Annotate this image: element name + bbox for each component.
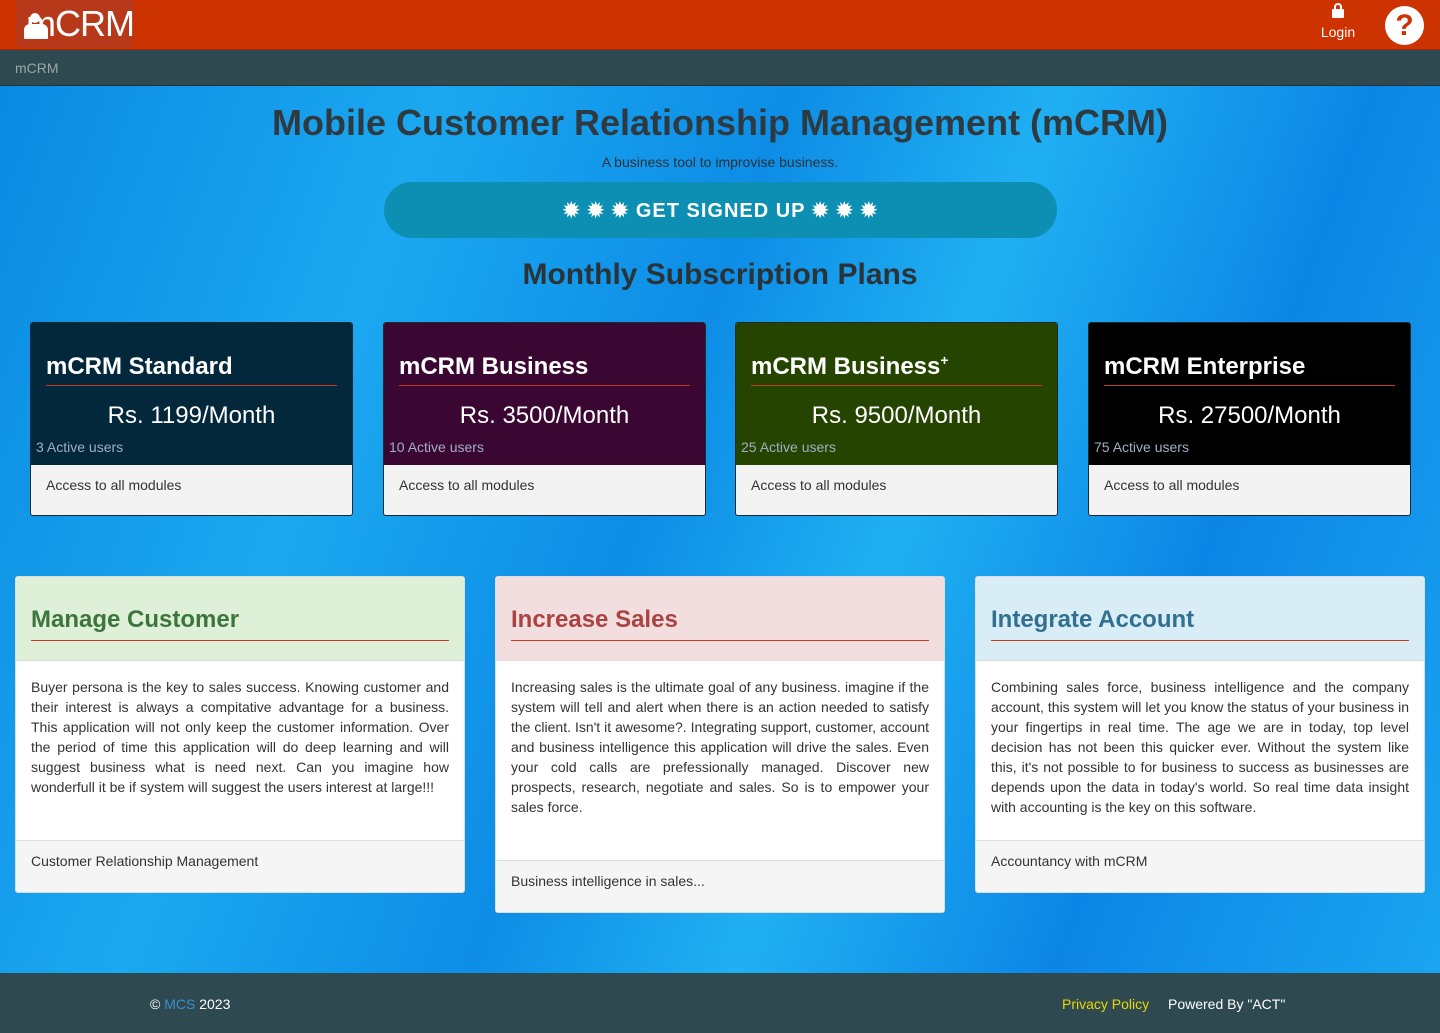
user-icon: [22, 13, 48, 41]
feature-title: Increase Sales: [511, 606, 929, 641]
plan-users: 25 Active users: [741, 439, 836, 455]
feature-description: Buyer persona is the key to sales succes…: [31, 679, 449, 795]
plan-name: mCRM Business+: [751, 352, 1042, 386]
plan-card-business-plus[interactable]: mCRM Business+ Rs. 9500/Month 25 Active …: [735, 322, 1058, 516]
feature-footer: Customer Relationship Management: [16, 840, 464, 892]
login-label: Login: [1320, 24, 1356, 40]
feature-card-manage-customer: Manage Customer Buyer persona is the key…: [15, 576, 465, 893]
feature-card-integrate-account: Integrate Account Combining sales force,…: [975, 576, 1425, 893]
plan-price: Rs. 27500/Month: [1158, 402, 1341, 429]
copyright: © MCS 2023: [150, 996, 231, 1012]
powered-by: Powered By "ACT": [1168, 996, 1286, 1012]
plan-feature: Access to all modules: [46, 477, 182, 493]
plan-card-standard[interactable]: mCRM Standard Rs. 1199/Month 3 Active us…: [30, 322, 353, 516]
signup-button[interactable]: ✹ ✹ ✹ GET SIGNED UP ✹ ✹ ✹: [384, 182, 1057, 238]
plan-users: 3 Active users: [36, 439, 124, 455]
breadcrumb-bar: mCRM: [0, 50, 1440, 86]
privacy-policy-link[interactable]: Privacy Policy: [1062, 996, 1149, 1012]
feature-card-header: Increase Sales: [496, 577, 944, 661]
logo[interactable]: mCRM: [16, 0, 135, 48]
feature-footer: Accountancy with mCRM: [976, 840, 1424, 892]
plan-feature: Access to all modules: [399, 477, 535, 493]
plan-card-header: mCRM Standard Rs. 1199/Month 3 Active us…: [31, 323, 352, 465]
plan-users: 10 Active users: [389, 439, 484, 455]
page-subtitle: A business tool to improvise business.: [601, 154, 839, 170]
plan-price: Rs. 1199/Month: [107, 402, 276, 429]
plan-price: Rs. 9500/Month: [811, 402, 982, 429]
breadcrumb[interactable]: mCRM: [15, 60, 59, 76]
plan-card-header: mCRM Business Rs. 3500/Month 10 Active u…: [384, 323, 705, 465]
feature-card-header: Manage Customer: [16, 577, 464, 661]
top-navbar: mCRM Login ?: [0, 0, 1440, 50]
plans-heading: Monthly Subscription Plans: [522, 258, 918, 291]
plan-feature: Access to all modules: [1104, 477, 1240, 493]
plan-name: mCRM Enterprise: [1104, 352, 1395, 386]
plan-card-header: mCRM Business+ Rs. 9500/Month 25 Active …: [736, 323, 1057, 465]
plan-name: mCRM Standard: [46, 352, 337, 386]
feature-card-increase-sales: Increase Sales Increasing sales is the u…: [495, 576, 945, 913]
feature-description: Combining sales force, business intellig…: [991, 679, 1409, 815]
feature-description: Increasing sales is the ultimate goal of…: [511, 679, 929, 815]
plan-card-enterprise[interactable]: mCRM Enterprise Rs. 27500/Month 75 Activ…: [1088, 322, 1411, 516]
page-title: Mobile Customer Relationship Management …: [271, 102, 1169, 143]
plan-card-header: mCRM Enterprise Rs. 27500/Month 75 Activ…: [1089, 323, 1410, 465]
feature-title: Manage Customer: [31, 606, 449, 641]
lock-icon: [1331, 3, 1345, 18]
feature-card-header: Integrate Account: [976, 577, 1424, 661]
help-icon[interactable]: ?: [1385, 6, 1424, 45]
main-content: Mobile Customer Relationship Management …: [0, 86, 1440, 973]
plan-name: mCRM Business: [399, 352, 690, 386]
plan-price: Rs. 3500/Month: [459, 402, 630, 429]
plan-card-business[interactable]: mCRM Business Rs. 3500/Month 10 Active u…: [383, 322, 706, 516]
feature-title: Integrate Account: [991, 606, 1409, 641]
plan-feature: Access to all modules: [751, 477, 887, 493]
login-button[interactable]: Login: [1312, 2, 1364, 46]
feature-footer: Business intelligence in sales...: [496, 860, 944, 912]
company-link[interactable]: MCS: [164, 996, 195, 1012]
plan-users: 75 Active users: [1094, 439, 1189, 455]
page-footer: © MCS 2023 Privacy Policy Powered By "AC…: [0, 973, 1440, 1033]
